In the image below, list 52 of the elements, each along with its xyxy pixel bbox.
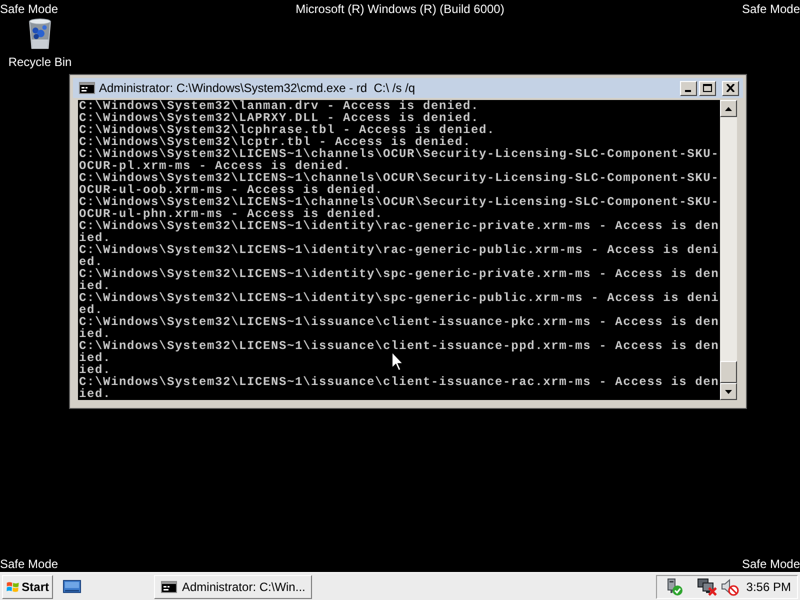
terminal-icon xyxy=(161,580,177,592)
network-error-icon[interactable] xyxy=(697,578,717,596)
console-line: ied. xyxy=(79,364,112,376)
console-line: ied. xyxy=(79,232,112,244)
screen-icon xyxy=(63,578,81,594)
close-icon xyxy=(726,84,735,92)
scroll-up-button[interactable] xyxy=(720,100,737,117)
close-button[interactable] xyxy=(722,80,739,96)
safe-mode-label: Safe Mode xyxy=(0,557,58,571)
console-line: ed. xyxy=(79,304,104,316)
console-line: C:\Windows\System32\LICENS~1\issuance\client-issuance-ppd.xrm-ms - Access is den xyxy=(79,340,720,352)
minimize-button[interactable] xyxy=(680,80,697,96)
scrollbar-thumb[interactable] xyxy=(720,361,737,383)
console-line: OCUR-ul-phn.xrm-ms - Access is denied. xyxy=(79,208,384,220)
mouse-pointer-icon xyxy=(391,351,404,372)
maximize-icon xyxy=(703,84,712,92)
console-line: C:\Windows\System32\LICENS~1\identity\spc-generic-private.xrm-ms - Access is den xyxy=(79,268,720,280)
console-line: C:\Windows\System32\LICENS~1\identity\rac-generic-public.xrm-ms - Access is deni xyxy=(79,244,720,256)
console-line: ied. xyxy=(79,328,112,340)
console-line: ied. xyxy=(79,280,112,292)
clock: 3:56 PM xyxy=(746,578,791,596)
terminal-icon xyxy=(79,82,95,94)
caret-up-icon xyxy=(725,106,732,110)
start-button[interactable]: Start xyxy=(2,574,53,598)
caret-down-icon xyxy=(725,390,732,394)
taskbar-window-button[interactable]: Administrator: C:\Win... xyxy=(154,574,312,598)
console-line: ed. xyxy=(79,256,104,268)
console-line: ied. xyxy=(79,352,112,364)
console-line: OCUR-pl.xrm-ms - Access is denied. xyxy=(79,160,352,172)
console-line: C:\Windows\System32\LICENS~1\identity\rac-generic-private.xrm-ms - Access is den xyxy=(79,220,720,232)
safe-mode-label: Safe Mode xyxy=(742,557,800,571)
console-line: C:\Windows\System32\LAPRXY.DLL - Access is denied. xyxy=(79,112,480,124)
console-line: C:\Windows\System32\LICENS~1\identity\spc-generic-public.xrm-ms - Access is deni xyxy=(79,292,720,304)
scroll-down-button[interactable] xyxy=(720,383,737,400)
maximize-button[interactable] xyxy=(699,80,716,96)
console-line: C:\Windows\System32\LICENS~1\channels\OCUR\Security-Licensing-SLC-Component-SKU- xyxy=(79,172,720,184)
console-line: C:\Windows\System32\LICENS~1\issuance\client-issuance-rac.xrm-ms - Access is den xyxy=(79,376,720,388)
console-line: C:\Windows\System32\lcptr.tbl - Access is denied. xyxy=(79,136,472,148)
network-check-icon[interactable] xyxy=(665,578,683,596)
console-line: C:\Windows\System32\LICENS~1\issuance\client-issuance-pkc.xrm-ms - Access is den xyxy=(79,316,720,328)
recycle-bin-shortcut[interactable]: Recycle Bin xyxy=(4,17,76,69)
window-title: Administrator: C:\Windows\System32\cmd.exe - rd C:\ /s /q xyxy=(99,80,416,97)
safe-mode-label: Safe Mode xyxy=(742,2,800,16)
speaker-muted-icon[interactable] xyxy=(721,578,739,596)
os-build-label: Microsoft (R) Windows (R) (Build 6000) xyxy=(296,2,504,16)
console-line: ied. xyxy=(79,388,112,400)
safe-mode-label: Safe Mode xyxy=(0,2,58,16)
console-line: C:\Windows\System32\lcphrase.tbl - Access is denied. xyxy=(79,124,496,136)
console-line: C:\Windows\System32\LICENS~1\channels\OCUR\Security-Licensing-SLC-Component-SKU- xyxy=(79,148,720,160)
console-line: C:\Windows\System32\LICENS~1\channels\OCUR\Security-Licensing-SLC-Component-SKU- xyxy=(79,196,720,208)
console-line: C:\Windows\System32\lanman.drv - Access is denied. xyxy=(79,100,480,112)
console-line: OCUR-ul-oob.xrm-ms - Access is denied. xyxy=(79,184,384,196)
